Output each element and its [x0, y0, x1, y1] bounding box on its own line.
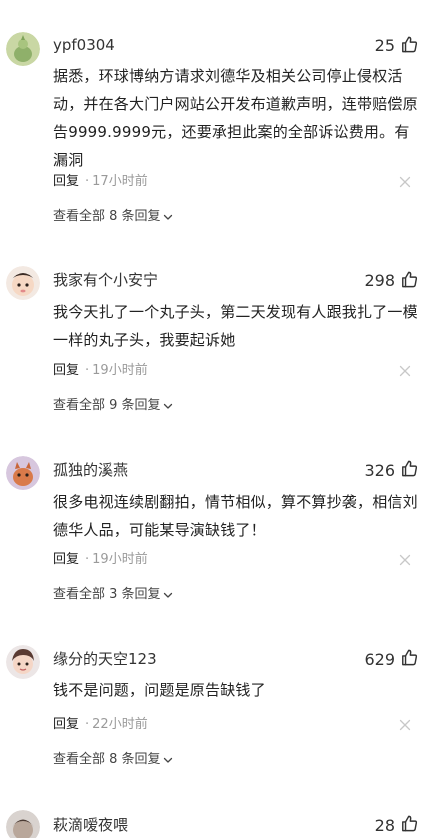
like-button[interactable]: 629 — [364, 649, 395, 670]
comment-meta: 回复 · 19小时前 — [53, 551, 148, 569]
view-all-replies-label: 查看全部 3 条回复 — [53, 587, 161, 602]
reply-button[interactable]: 回复 — [53, 363, 79, 378]
reply-button[interactable]: 回复 — [53, 174, 79, 189]
view-all-replies-link[interactable]: 查看全部 8 条回复 — [53, 208, 173, 226]
view-all-replies-link[interactable]: 查看全部 9 条回复 — [53, 397, 173, 415]
close-icon[interactable] — [399, 719, 411, 731]
timestamp: 19小时前 — [92, 363, 148, 378]
close-icon[interactable] — [399, 554, 411, 566]
like-button[interactable]: 326 — [364, 460, 395, 481]
timestamp: 19小时前 — [92, 552, 148, 567]
thumbs-up-icon[interactable] — [400, 459, 419, 478]
meta-separator: · — [85, 363, 90, 378]
username[interactable]: 萩滴嗳夜喂 — [53, 815, 128, 835]
chevron-down-icon — [163, 212, 173, 222]
comment-text: 我今天扎了一个丸子头，第二天发现有人跟我扎了一模一样的丸子头，我要起诉她 — [53, 303, 418, 349]
timestamp: 17小时前 — [92, 174, 148, 189]
view-all-replies-label: 查看全部 8 条回复 — [53, 209, 161, 224]
comment-text: 据悉，环球博纳方请求刘德华及相关公司停止侵权活动，并在各大门户网站公开发布道歉声… — [53, 67, 418, 169]
view-all-replies-link[interactable]: 查看全部 8 条回复 — [53, 751, 173, 769]
chevron-down-icon — [163, 755, 173, 765]
thumbs-up-icon[interactable] — [400, 270, 419, 289]
meta-separator: · — [85, 717, 90, 732]
like-count: 28 — [374, 815, 395, 835]
thumbs-up-icon[interactable] — [400, 648, 419, 667]
timestamp: 22小时前 — [92, 717, 148, 732]
like-count: 326 — [364, 460, 395, 480]
avatar[interactable] — [6, 32, 40, 66]
avatar[interactable] — [6, 645, 40, 679]
chevron-down-icon — [163, 590, 173, 600]
view-all-replies-label: 查看全部 9 条回复 — [53, 398, 161, 413]
view-all-replies-link[interactable]: 查看全部 3 条回复 — [53, 586, 173, 604]
comment-meta: 回复 · 17小时前 — [53, 173, 148, 191]
meta-separator: · — [85, 552, 90, 567]
like-count: 629 — [364, 649, 395, 669]
meta-separator: · — [85, 174, 90, 189]
like-count: 25 — [374, 35, 395, 55]
comment-meta: 回复 · 19小时前 — [53, 362, 148, 380]
view-all-replies-label: 查看全部 8 条回复 — [53, 752, 161, 767]
close-icon[interactable] — [399, 176, 411, 188]
like-button[interactable]: 298 — [364, 270, 395, 291]
comment-text: 很多电视连续剧翻拍，情节相似，算不算抄袭，相信刘德华人品，可能某导演缺钱了！ — [53, 493, 418, 539]
username[interactable]: 我家有个小安宁 — [53, 270, 158, 290]
thumbs-up-icon[interactable] — [400, 35, 419, 54]
username[interactable]: 孤独的溪燕 — [53, 460, 128, 480]
thumbs-up-icon[interactable] — [400, 814, 419, 833]
chevron-down-icon — [163, 401, 173, 411]
username[interactable]: ypf0304 — [53, 35, 115, 55]
comment-text: 钱不是问题，问题是原告缺钱了 — [53, 681, 266, 699]
like-button[interactable]: 25 — [375, 35, 395, 56]
reply-button[interactable]: 回复 — [53, 552, 79, 567]
avatar[interactable] — [6, 456, 40, 490]
comment-meta: 回复 · 22小时前 — [53, 716, 148, 734]
like-count: 298 — [364, 270, 395, 290]
close-icon[interactable] — [399, 365, 411, 377]
avatar[interactable] — [6, 266, 40, 300]
like-button[interactable]: 28 — [375, 815, 395, 836]
username[interactable]: 缘分的天空123 — [53, 649, 157, 669]
reply-button[interactable]: 回复 — [53, 717, 79, 732]
avatar[interactable] — [6, 810, 40, 838]
